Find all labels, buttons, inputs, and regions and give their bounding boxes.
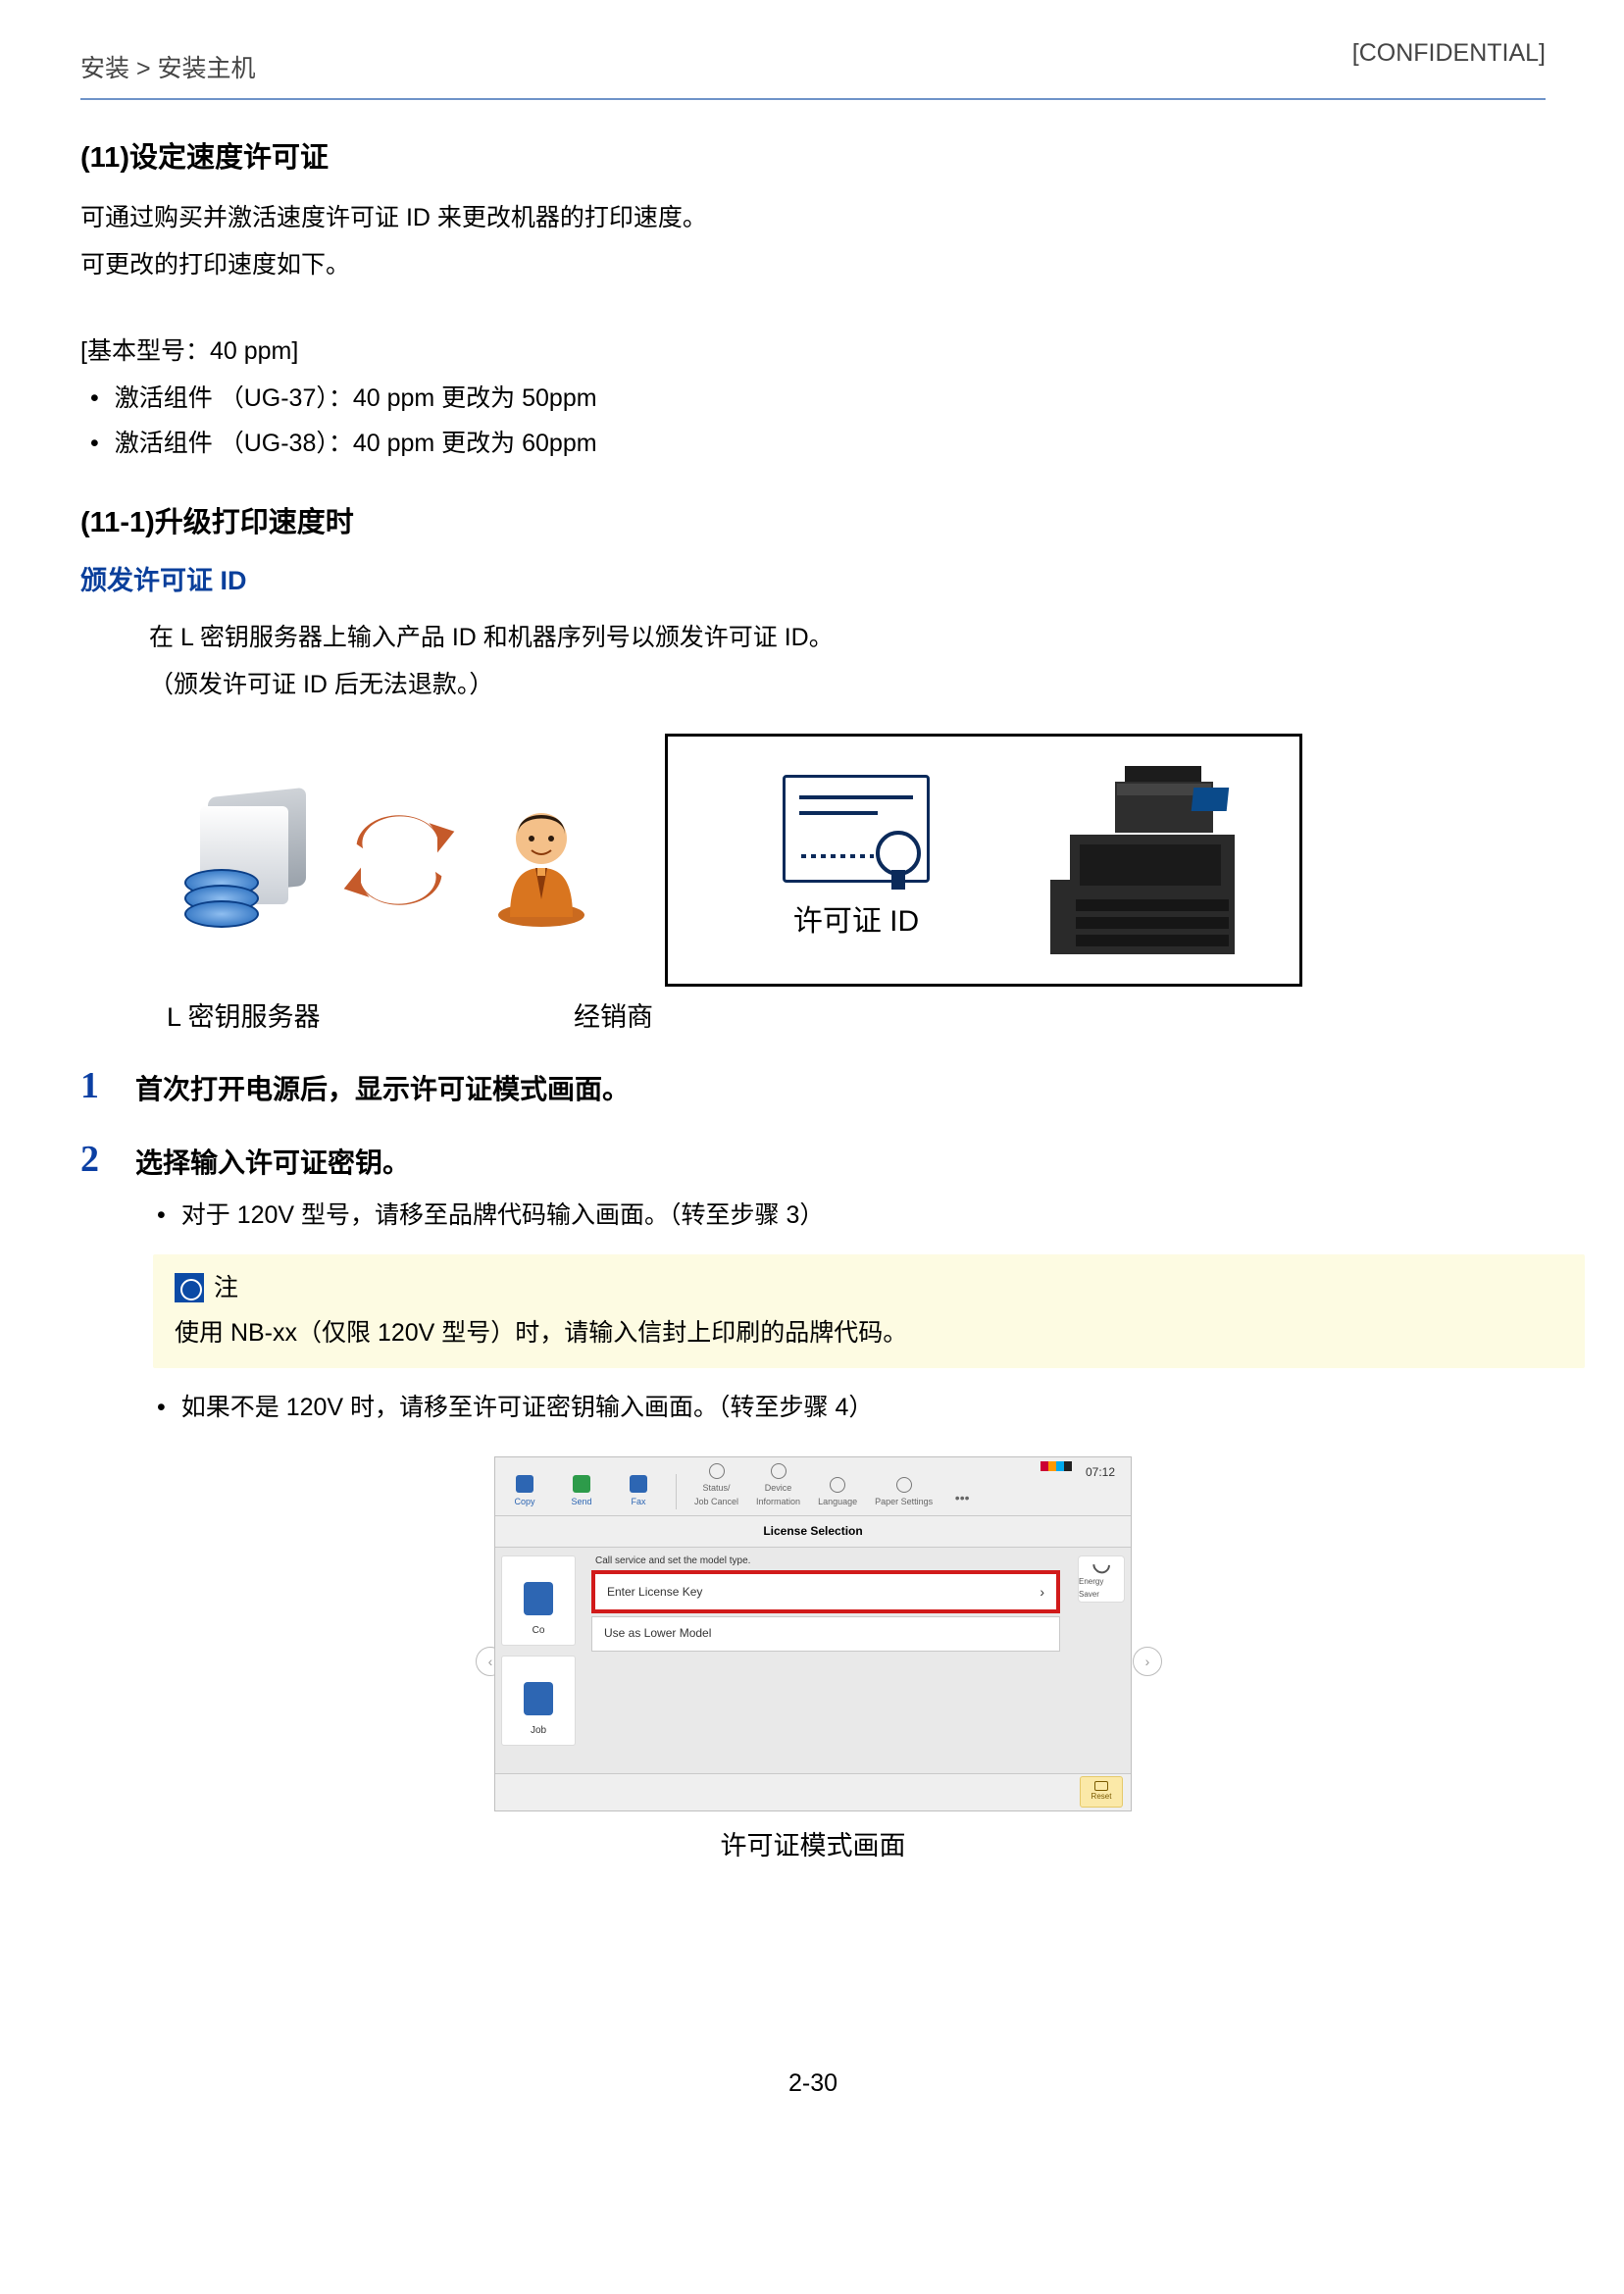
step-1-number: 1: [80, 1064, 135, 1112]
moon-icon: [1089, 1553, 1113, 1577]
enter-license-key-option[interactable]: Enter License Key ›: [591, 1570, 1060, 1613]
certificate-icon: [783, 775, 930, 883]
energy-saver-button[interactable]: Energy Saver: [1078, 1555, 1125, 1603]
panel-section-title: License Selection: [495, 1516, 1131, 1548]
license-mode-screen: 07:12 Copy Send Fax Status/ Job Cancel D…: [494, 1456, 1132, 1811]
step-2-text: 选择输入许可证密钥。: [135, 1138, 1546, 1186]
toolbar-send-button[interactable]: Send: [562, 1475, 601, 1508]
section-11-1-title: (11-1)升级打印速度时: [80, 500, 1546, 545]
panel-next-button[interactable]: ›: [1133, 1647, 1162, 1676]
license-id-label: 许可证 ID: [793, 898, 919, 945]
toolbar-paper-settings-button[interactable]: Paper Settings: [875, 1477, 933, 1508]
sync-arrows-icon: [326, 791, 473, 929]
toolbar-fax-button[interactable]: Fax: [619, 1475, 658, 1508]
issue-line-2: （颁发许可证 ID 后无法退款。）: [149, 665, 1546, 704]
panel-left-shortcuts: Co Job: [495, 1548, 584, 1773]
reset-button[interactable]: Reset: [1080, 1776, 1123, 1808]
panel-footer: Reset: [495, 1773, 1131, 1810]
toolbar-device-info-button[interactable]: Device Information: [756, 1463, 800, 1509]
toolbar-copy-button[interactable]: Copy: [505, 1475, 544, 1508]
page-header: 安装 > 安装主机 [CONFIDENTIAL]: [80, 39, 1546, 100]
server-label: L 密钥服务器: [167, 996, 373, 1039]
panel-center: Call service and set the model type. Ent…: [584, 1548, 1072, 1773]
page-number: 2-30: [80, 2064, 1546, 2103]
base-model-line: [基本型号：40 ppm]: [80, 331, 1546, 371]
left-card-2[interactable]: Job: [501, 1656, 576, 1746]
section-11-p2: 可更改的打印速度如下。: [80, 245, 1546, 284]
toner-status-icon: [1040, 1461, 1072, 1471]
use-as-lower-model-option[interactable]: Use as Lower Model: [591, 1616, 1060, 1651]
bullet-ug37: 激活组件 （UG-37）：40 ppm 更改为 50ppm: [90, 379, 1546, 418]
toolbar-language-button[interactable]: Language: [818, 1477, 857, 1508]
toolbar-status-button[interactable]: Status/ Job Cancel: [694, 1463, 738, 1509]
server-icon: [178, 787, 326, 934]
mfp-printer-icon: [1021, 747, 1276, 973]
license-id-box: 许可证 ID: [665, 734, 1302, 987]
panel-toolbar: Copy Send Fax Status/ Job Cancel Device …: [495, 1457, 1131, 1516]
breadcrumb: 安装 > 安装主机: [80, 55, 256, 82]
note-box: 注 使用 NB-xx（仅限 120V 型号）时，请输入信封上印刷的品牌代码。: [153, 1254, 1585, 1368]
step-2: 2 选择输入许可证密钥。: [80, 1138, 1546, 1186]
note-icon: [175, 1273, 204, 1302]
step-2-sub-bullets-b: 如果不是 120V 时，请移至许可证密钥输入画面。（转至步骤 4）: [157, 1388, 1546, 1427]
step-2-number: 2: [80, 1138, 135, 1186]
issue-line-1: 在 L 密钥服务器上输入产品 ID 和机器序列号以颁发许可证 ID。: [149, 618, 1546, 657]
note-body: 使用 NB-xx（仅限 120V 型号）时，请输入信封上印刷的品牌代码。: [175, 1313, 1563, 1352]
panel-right: Energy Saver: [1072, 1548, 1131, 1773]
section-11-bullets: 激活组件 （UG-37）：40 ppm 更改为 50ppm 激活组件 （UG-3…: [90, 379, 1546, 463]
chevron-right-icon: ›: [1040, 1581, 1044, 1603]
note-title: 注: [214, 1268, 238, 1307]
dealer-person-icon: [473, 787, 610, 934]
step-2-sub-bullets-a: 对于 120V 型号，请移至品牌代码输入画面。（转至步骤 3）: [157, 1196, 1546, 1235]
step-2-sub2: 如果不是 120V 时，请移至许可证密钥输入画面。（转至步骤 4）: [157, 1388, 1546, 1427]
dealer-label: 经销商: [574, 1002, 653, 1032]
step-1-text: 首次打开电源后，显示许可证模式画面。: [135, 1064, 1546, 1112]
step-2-sub1: 对于 120V 型号，请移至品牌代码输入画面。（转至步骤 3）: [157, 1196, 1546, 1235]
issue-license-id-title: 颁发许可证 ID: [80, 560, 1546, 602]
section-11-title: (11)设定速度许可证: [80, 135, 1546, 180]
section-11-p1: 可通过购买并激活速度许可证 ID 来更改机器的打印速度。: [80, 198, 1546, 237]
panel-clock: 07:12: [1086, 1463, 1115, 1482]
screenshot-caption: 许可证模式画面: [470, 1825, 1156, 1867]
left-card-1[interactable]: Co: [501, 1555, 576, 1646]
panel-hint: Call service and set the model type.: [595, 1554, 1060, 1569]
illustration-row: 许可证 ID: [178, 734, 1546, 987]
reset-icon: [1094, 1781, 1108, 1791]
confidential-tag: [CONFIDENTIAL]: [1352, 33, 1546, 73]
bullet-ug38: 激活组件 （UG-38）：40 ppm 更改为 60ppm: [90, 424, 1546, 463]
toolbar-more-button[interactable]: •••: [950, 1487, 974, 1508]
step-1: 1 首次打开电源后，显示许可证模式画面。: [80, 1064, 1546, 1112]
illustration-labels: L 密钥服务器 经销商: [167, 996, 1546, 1039]
